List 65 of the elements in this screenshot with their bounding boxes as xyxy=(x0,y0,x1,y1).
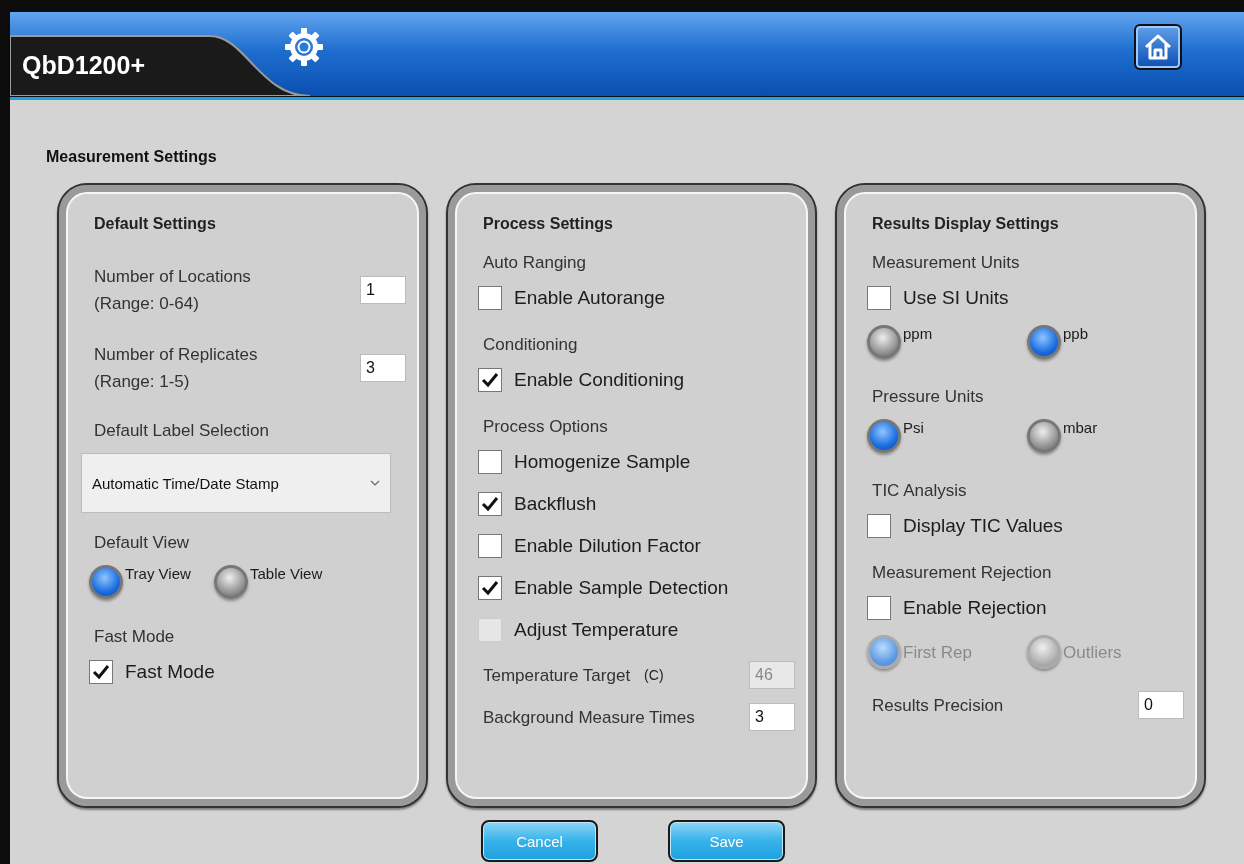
radio-label: ppm xyxy=(903,325,933,342)
number-field[interactable]: 3 xyxy=(749,703,795,731)
checkbox-label: Use SI Units xyxy=(903,287,1009,309)
checkbox-label: Homogenize Sample xyxy=(514,451,691,473)
checkbox[interactable] xyxy=(478,492,502,516)
page-title: Measurement Settings xyxy=(46,148,218,166)
checkbox-label: Display TIC Values xyxy=(903,515,1063,537)
checkbox-label: Fast Mode xyxy=(125,661,215,683)
section-label: Fast Mode xyxy=(94,627,176,648)
section-label: Conditioning xyxy=(483,335,579,356)
checkbox[interactable] xyxy=(867,514,891,538)
checkbox-label: Adjust Temperature xyxy=(514,619,679,641)
checkbox[interactable] xyxy=(89,660,113,684)
section-label: TIC Analysis xyxy=(872,481,968,502)
settings-icon[interactable] xyxy=(285,28,323,66)
radio-button[interactable] xyxy=(214,565,248,599)
radio-button[interactable] xyxy=(1027,325,1061,359)
home-icon xyxy=(1143,33,1173,61)
checkbox[interactable] xyxy=(478,534,502,558)
section-label: Pressure Units xyxy=(872,387,985,408)
home-button[interactable] xyxy=(1134,24,1182,70)
radio-label: mbar xyxy=(1063,419,1098,436)
checkbox-label: Enable Conditioning xyxy=(514,369,685,391)
panel-title: Results Display Settings xyxy=(872,215,1060,233)
radio-label: Psi xyxy=(903,419,924,436)
panel-title: Process Settings xyxy=(483,215,614,233)
radio-button[interactable] xyxy=(89,565,123,599)
checkbox[interactable] xyxy=(867,286,891,310)
panel-title: Default Settings xyxy=(94,215,217,233)
field-label: Background Measure Times xyxy=(483,706,695,729)
checkbox[interactable] xyxy=(478,576,502,600)
field-label: Number of Replicates (Range: 1-5) xyxy=(94,344,258,393)
number-field[interactable]: 1 xyxy=(360,276,406,304)
field-label: Results Precision xyxy=(872,694,1004,717)
radio-label: Tray View xyxy=(125,565,191,582)
section-label: Process Options xyxy=(483,417,609,438)
checkbox-label: Enable Autorange xyxy=(514,287,666,309)
dropdown[interactable]: Automatic Time/Date Stamp xyxy=(81,453,391,513)
checkbox-label: Enable Sample Detection xyxy=(514,577,729,599)
radio-label: Outliers xyxy=(1063,643,1122,663)
checkbox-label: Enable Rejection xyxy=(903,597,1047,619)
section-label: Default Label Selection xyxy=(94,421,270,442)
radio-label: Table View xyxy=(250,565,323,582)
radio-label: First Rep xyxy=(903,643,972,663)
checkbox[interactable] xyxy=(478,368,502,392)
app-title: QbD1200+ xyxy=(22,50,146,80)
radio-button[interactable] xyxy=(867,419,901,453)
field-label: Number of Locations (Range: 0-64) xyxy=(94,266,251,315)
field-label: Temperature Target xyxy=(483,664,631,687)
section-label: Measurement Rejection xyxy=(872,563,1053,584)
checkbox[interactable] xyxy=(478,286,502,310)
radio-label: ppb xyxy=(1063,325,1089,342)
radio-button[interactable] xyxy=(867,325,901,359)
unit-label: (C) xyxy=(644,667,664,683)
checkbox[interactable] xyxy=(478,450,502,474)
section-label: Auto Ranging xyxy=(483,253,588,274)
checkbox[interactable] xyxy=(867,596,891,620)
section-label: Default View xyxy=(94,533,191,554)
checkbox-label: Enable Dilution Factor xyxy=(514,535,701,557)
number-field[interactable]: 3 xyxy=(360,354,406,382)
radio-button[interactable] xyxy=(1027,419,1061,453)
number-field[interactable]: 0 xyxy=(1138,691,1184,719)
section-label: Measurement Units xyxy=(872,253,1021,274)
chevron-down-icon xyxy=(370,480,380,486)
checkbox-label: Backflush xyxy=(514,493,597,515)
